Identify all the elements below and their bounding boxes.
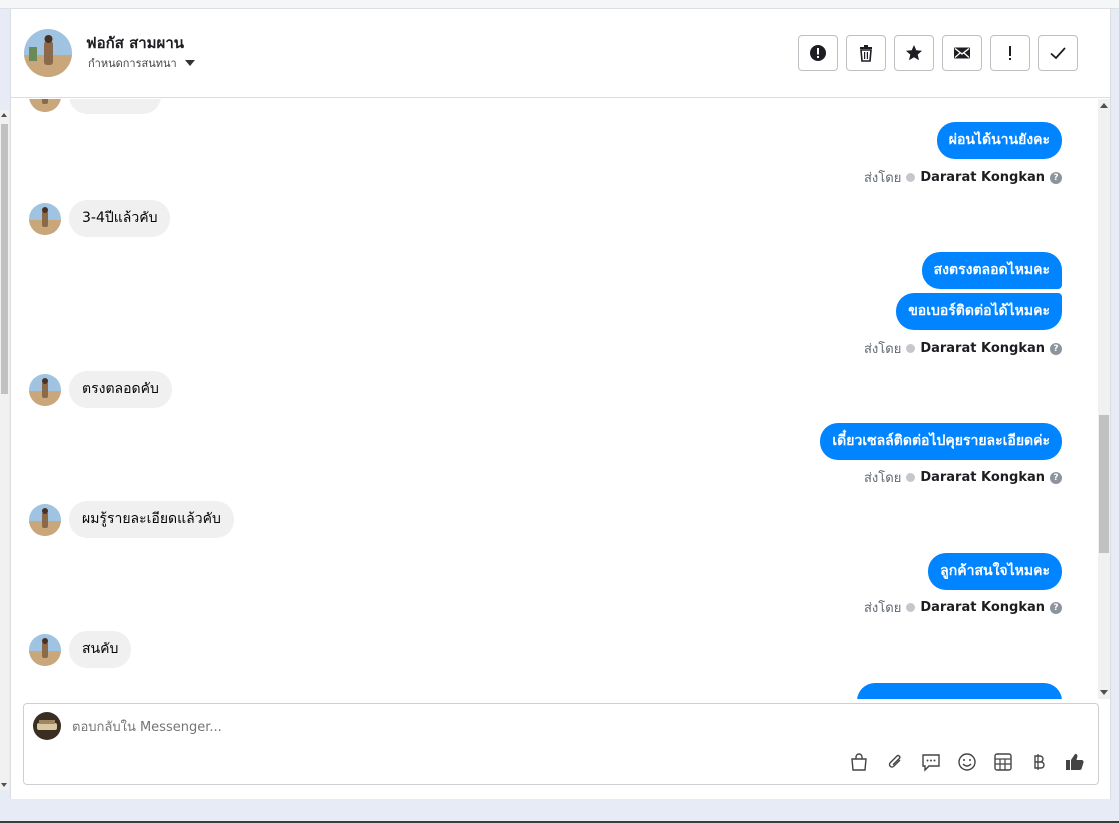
sent-by-label: ส่งโดย	[863, 471, 902, 486]
outgoing-message[interactable]: ผ่อนได้นานยังคะ	[936, 122, 1062, 159]
mark-done-button[interactable]	[1038, 35, 1078, 71]
scroll-up-icon[interactable]	[1, 113, 7, 117]
trash-icon	[860, 45, 872, 62]
header-actions	[798, 35, 1078, 71]
shopping-bag-button[interactable]	[848, 751, 870, 773]
star-icon	[906, 45, 922, 61]
baht-icon	[1034, 754, 1045, 770]
alert-circle-icon	[810, 45, 826, 61]
outgoing-message[interactable]: ลูกค้าสนใจไหมคะ	[928, 553, 1062, 590]
delete-button[interactable]	[846, 35, 886, 71]
spam-button[interactable]	[990, 35, 1030, 71]
outgoing-message[interactable]: สงตรงตลอดไหมคะ	[921, 252, 1062, 289]
incoming-message[interactable]: ตรงตลอดคับ	[69, 371, 172, 408]
help-icon[interactable]: ?	[1050, 171, 1062, 184]
sent-by-label: ส่งโดย	[863, 601, 902, 616]
app-window: ฟอกัส สามผาน กำหนดการสนทนา ผ่อนได้นานยัง…	[0, 0, 1119, 823]
page-avatar	[33, 712, 61, 740]
exclamation-icon	[1009, 46, 1011, 60]
status-dot-icon	[906, 173, 916, 182]
star-button[interactable]	[894, 35, 934, 71]
emoji-button[interactable]	[956, 751, 978, 773]
chat-bubble-icon	[922, 754, 940, 772]
contact-avatar[interactable]	[24, 29, 72, 77]
report-button[interactable]	[798, 35, 838, 71]
saved-reply-button[interactable]	[920, 751, 942, 773]
assign-label: กำหนดการสนทนา	[88, 57, 177, 70]
sent-by-row: ส่งโดย Dararat Kongkan ?	[864, 597, 1062, 618]
incoming-message[interactable]: สนคับ	[69, 631, 132, 668]
message-row-incoming: ผมรู้รายละเอียดแล้วคับ	[29, 501, 234, 538]
reply-composer	[23, 703, 1099, 785]
sent-by-row: ส่งโดย Dararat Kongkan ?	[864, 338, 1062, 359]
sent-by-row: ส่งโดย Dararat Kongkan ?	[864, 467, 1062, 488]
scroll-down-icon[interactable]	[1, 783, 7, 787]
message-row-incoming	[29, 99, 161, 114]
appointment-button[interactable]	[992, 751, 1014, 773]
composer-toolbar	[848, 751, 1086, 773]
contact-avatar-small	[29, 633, 61, 666]
message-row-incoming: 3-4ปีแล้วคับ	[29, 200, 171, 237]
outgoing-message[interactable]: ขอเบอร์ติดต่อได้ไหมคะ	[896, 293, 1062, 330]
incoming-message[interactable]: ผมรู้รายละเอียดแล้วคับ	[69, 501, 234, 538]
incoming-message[interactable]	[69, 99, 161, 114]
top-edge	[0, 0, 1119, 9]
sent-by-label: ส่งโดย	[863, 342, 902, 357]
attachment-button[interactable]	[884, 751, 906, 773]
page-scrollbar[interactable]	[0, 110, 9, 790]
shopping-bag-icon	[851, 753, 867, 771]
contact-avatar-small	[29, 202, 61, 235]
thumbs-up-icon	[1066, 753, 1084, 771]
scroll-down-icon[interactable]	[1100, 690, 1108, 695]
sender-name: Dararat Kongkan	[920, 170, 1045, 185]
checkmark-icon	[1050, 47, 1066, 60]
sender-name: Dararat Kongkan	[920, 600, 1045, 615]
contact-avatar-small	[29, 503, 61, 536]
conversation-panel: ฟอกัส สามผาน กำหนดการสนทนา ผ่อนได้นานยัง…	[10, 9, 1111, 799]
contact-name[interactable]: ฟอกัส สามผาน	[86, 31, 184, 55]
sent-by-row: ส่งโดย Dararat Kongkan ?	[864, 167, 1062, 188]
paperclip-icon	[888, 754, 901, 768]
sender-name: Dararat Kongkan	[920, 341, 1045, 356]
mark-unread-button[interactable]	[942, 35, 982, 71]
envelope-icon	[954, 47, 970, 59]
incoming-message[interactable]: 3-4ปีแล้วคับ	[69, 200, 171, 237]
calendar-grid-icon	[994, 753, 1012, 771]
message-row-incoming: ตรงตลอดคับ	[29, 371, 172, 408]
scroll-up-icon[interactable]	[1100, 103, 1108, 108]
status-dot-icon	[906, 344, 916, 353]
scrollbar-thumb[interactable]	[1099, 415, 1109, 553]
reply-input[interactable]	[72, 716, 772, 738]
message-list[interactable]: ผ่อนได้นานยังคะ ส่งโดย Dararat Kongkan ?…	[11, 99, 1098, 699]
chevron-down-icon	[184, 60, 195, 66]
window-bottom-edge	[0, 799, 1119, 823]
help-icon[interactable]: ?	[1050, 601, 1062, 614]
outgoing-message[interactable]: เดี๋ยวเซลล์ติดต่อไปคุยรายละเอียดค่ะ	[820, 423, 1062, 460]
scrollbar-thumb[interactable]	[1, 124, 8, 394]
contact-avatar-small	[29, 373, 61, 406]
help-icon[interactable]: ?	[1050, 471, 1062, 484]
assign-conversation-dropdown[interactable]: กำหนดการสนทนา	[88, 54, 195, 72]
conversation-header: ฟอกัส สามผาน กำหนดการสนทนา	[11, 9, 1110, 98]
status-dot-icon	[906, 603, 916, 612]
outgoing-message[interactable]	[857, 683, 1062, 699]
sender-name: Dararat Kongkan	[920, 470, 1045, 485]
status-dot-icon	[906, 473, 916, 482]
contact-avatar-small	[29, 99, 61, 112]
smiley-icon	[958, 753, 976, 771]
payment-button[interactable]	[1028, 751, 1050, 773]
sent-by-label: ส่งโดย	[863, 171, 902, 186]
message-row-incoming: สนคับ	[29, 631, 132, 668]
help-icon[interactable]: ?	[1050, 342, 1062, 355]
message-list-scrollbar[interactable]	[1098, 99, 1110, 699]
like-button[interactable]	[1064, 751, 1086, 773]
